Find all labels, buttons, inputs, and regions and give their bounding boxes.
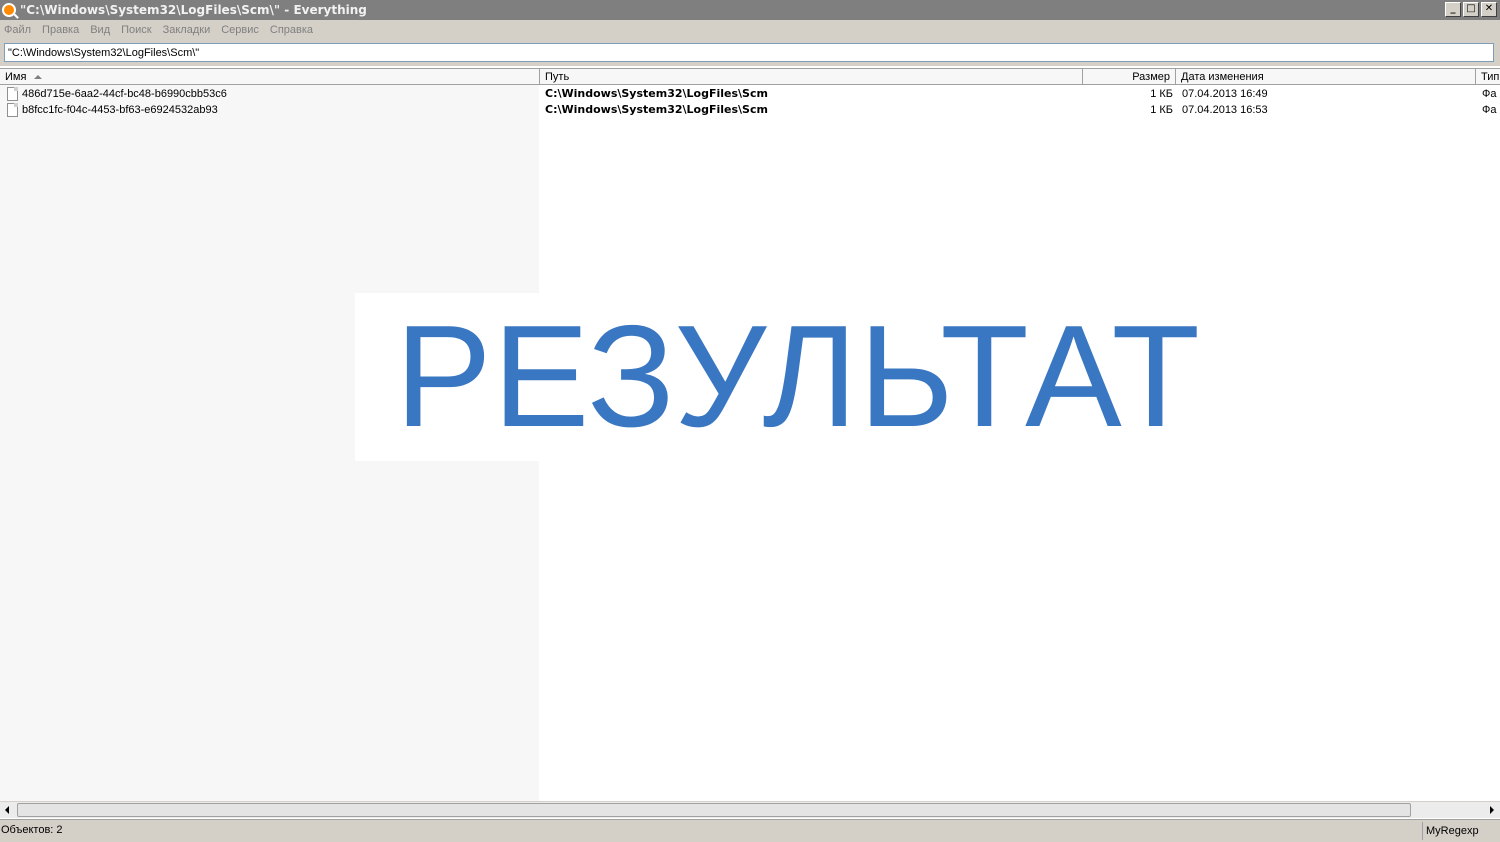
sort-ascending-icon xyxy=(34,75,43,80)
horizontal-scrollbar[interactable] xyxy=(0,801,1500,818)
column-size[interactable]: Размер xyxy=(1083,69,1176,85)
menu-help[interactable]: Справка xyxy=(270,24,313,36)
arrow-right-icon xyxy=(1490,806,1494,814)
menu-bookmarks[interactable]: Закладки xyxy=(163,24,211,36)
menu-edit[interactable]: Правка xyxy=(42,24,79,36)
row-name: b8fcc1fc-f04c-4453-bf63-e6924532ab93 xyxy=(22,104,218,116)
row-path: C:\Windows\System32\LogFiles\Scm xyxy=(545,87,768,100)
row-path: C:\Windows\System32\LogFiles\Scm xyxy=(545,103,768,116)
title-bar: "C:\Windows\System32\LogFiles\Scm\" - Ev… xyxy=(0,0,1500,20)
search-bar xyxy=(0,40,1500,66)
table-row[interactable]: 486d715e-6aa2-44cf-bc48-b6990cbb53c6 C:\… xyxy=(0,86,1500,102)
file-icon xyxy=(7,103,18,117)
everything-search-icon xyxy=(2,3,16,17)
menu-bar: Файл Правка Вид Поиск Закладки Сервис Сп… xyxy=(0,20,1500,40)
file-icon xyxy=(7,87,18,101)
scroll-thumb[interactable] xyxy=(17,803,1411,817)
column-size-label: Размер xyxy=(1132,71,1170,83)
column-type-label: Тип xyxy=(1481,71,1500,83)
row-size: 1 КБ xyxy=(1150,88,1173,100)
row-modified: 07.04.2013 16:49 xyxy=(1182,88,1268,100)
column-modified-label: Дата изменения xyxy=(1181,71,1264,83)
close-button[interactable]: ✕ xyxy=(1481,2,1497,17)
column-path[interactable]: Путь xyxy=(540,69,1083,85)
menu-file[interactable]: Файл xyxy=(4,24,31,36)
row-name: 486d715e-6aa2-44cf-bc48-b6990cbb53c6 xyxy=(22,88,227,100)
menu-view[interactable]: Вид xyxy=(90,24,110,36)
column-header: Имя Путь Размер Дата изменения Тип xyxy=(0,68,1500,85)
row-type: Фа xyxy=(1482,104,1497,116)
minimize-button[interactable]: _ xyxy=(1445,2,1461,17)
overlay-caption: РЕЗУЛЬТАТ xyxy=(395,295,1202,457)
menu-search[interactable]: Поиск xyxy=(121,24,151,36)
scroll-left-button[interactable] xyxy=(0,802,16,818)
column-name[interactable]: Имя xyxy=(0,69,540,85)
search-input[interactable] xyxy=(4,43,1494,62)
column-path-label: Путь xyxy=(545,71,570,83)
filter-name[interactable]: MyRegexp xyxy=(1422,822,1500,840)
menu-tools[interactable]: Сервис xyxy=(221,24,259,36)
row-size: 1 КБ xyxy=(1150,104,1173,116)
maximize-button[interactable]: □ xyxy=(1463,2,1479,17)
table-row[interactable]: b8fcc1fc-f04c-4453-bf63-e6924532ab93 C:\… xyxy=(0,102,1500,118)
window-title: "C:\Windows\System32\LogFiles\Scm\" - Ev… xyxy=(20,3,367,17)
arrow-left-icon xyxy=(5,806,9,814)
row-modified: 07.04.2013 16:53 xyxy=(1182,104,1268,116)
status-bar: Объектов: 2 MyRegexp xyxy=(0,819,1500,842)
object-count: Объектов: 2 xyxy=(1,824,63,836)
column-name-label: Имя xyxy=(5,71,27,83)
row-type: Фа xyxy=(1482,88,1497,100)
scroll-right-button[interactable] xyxy=(1484,802,1500,818)
window-controls: _ □ ✕ xyxy=(1445,2,1497,17)
column-modified[interactable]: Дата изменения xyxy=(1176,69,1476,85)
column-type[interactable]: Тип xyxy=(1476,69,1500,85)
